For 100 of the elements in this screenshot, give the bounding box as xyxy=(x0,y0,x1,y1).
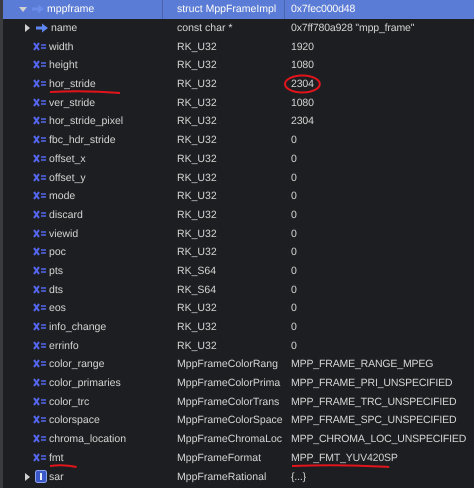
variable-name: fmt xyxy=(49,452,64,464)
variable-row[interactable]: errinfo RK_U32 0 xyxy=(3,336,474,356)
variable-name: viewid xyxy=(49,228,78,240)
variable-value: 0 xyxy=(291,302,297,314)
variable-value: 0 xyxy=(291,264,297,277)
variable-type: RK_U32 xyxy=(177,96,217,109)
variable-name: color_trc xyxy=(49,396,90,408)
variable-row[interactable]: width RK_U32 1920 xyxy=(3,37,474,56)
variable-type: MppFrameColorRang xyxy=(177,358,278,370)
variable-icon xyxy=(33,303,47,314)
variable-value: 0 xyxy=(291,172,297,184)
variable-row[interactable]: chroma_location MppFrameChromaLoc MPP_CHROMA_LOC_UNSPECIFIED xyxy=(3,430,474,448)
variable-name: errinfo xyxy=(49,340,79,352)
variable-icon xyxy=(33,340,47,351)
variable-icon xyxy=(33,210,47,220)
variable-row[interactable]: mppframe struct MppFrameImpl 0x7fec000d48 xyxy=(3,0,474,19)
variable-row[interactable]: offset_y RK_U32 0 xyxy=(3,168,474,187)
variable-icon xyxy=(33,434,47,444)
variable-row[interactable]: height RK_U32 1080 xyxy=(3,56,474,75)
variable-name: offset_x xyxy=(49,152,86,165)
variable-type: RK_U32 xyxy=(177,302,217,314)
variable-name: mppframe xyxy=(47,3,94,16)
variable-row[interactable]: colorspace MppFrameColorSpace MPP_FRAME_SPC_UNSPECIFIED xyxy=(3,411,474,430)
variable-name: discard xyxy=(49,208,83,221)
variable-row[interactable]: color_trc MppFrameColorTrans MPP_FRAME_TRC_UNSPECIFIED xyxy=(3,392,474,412)
variable-value: MPP_FRAME_PRI_UNSPECIFIED xyxy=(291,377,452,390)
variable-icon xyxy=(33,172,47,183)
variable-type: RK_U32 xyxy=(177,228,217,240)
variable-value: 0 xyxy=(291,284,297,296)
expanded-caret-icon[interactable] xyxy=(19,5,27,14)
variable-value: 0x7fec000d48 xyxy=(291,3,356,16)
variable-icon xyxy=(33,322,47,332)
variable-icon xyxy=(33,116,47,126)
variable-row[interactable]: dts RK_S64 0 xyxy=(3,280,474,299)
variable-type: RK_U32 xyxy=(177,340,217,352)
variable-value: 0 xyxy=(291,152,297,165)
variable-icon xyxy=(33,79,47,90)
variable-name: dts xyxy=(49,284,64,296)
variable-row[interactable]: offset_x RK_U32 0 xyxy=(3,150,474,168)
variable-value: MPP_CHROMA_LOC_UNSPECIFIED xyxy=(291,433,466,446)
variable-row[interactable]: ver_stride RK_U32 1080 xyxy=(3,93,474,112)
variable-name: name xyxy=(51,22,78,34)
variable-type: RK_U32 xyxy=(177,134,217,146)
collapsed-caret-icon[interactable] xyxy=(23,472,31,481)
variable-name: mode xyxy=(49,190,76,202)
variable-name: colorspace xyxy=(49,414,100,426)
variable-type: MppFrameChromaLoc xyxy=(177,433,282,446)
variable-icon xyxy=(33,135,47,146)
variable-row[interactable]: fmt MppFrameFormat MPP_FMT_YUV420SP xyxy=(3,448,474,468)
variable-type: RK_S64 xyxy=(177,264,216,277)
variable-type: RK_S64 xyxy=(177,284,216,296)
variable-row[interactable]: discard RK_U32 0 xyxy=(3,206,474,224)
variable-name: chroma_location xyxy=(49,433,126,446)
variable-icon xyxy=(33,378,47,388)
variable-icon xyxy=(33,42,47,52)
variable-row[interactable]: eos RK_U32 0 xyxy=(3,299,474,318)
variable-row[interactable]: poc RK_U32 0 xyxy=(3,242,474,262)
variable-type: RK_U32 xyxy=(177,59,217,72)
variable-type: const char * xyxy=(177,22,232,34)
variable-type: RK_U32 xyxy=(177,190,217,202)
variable-value: 0 xyxy=(291,246,297,258)
variable-value: 0x7ff780a928 "mpp_frame" xyxy=(291,22,414,34)
variable-type: MppFrameColorTrans xyxy=(177,396,280,408)
variable-type: struct MppFrameImpl xyxy=(177,3,276,16)
variable-type: MppFrameColorPrima xyxy=(177,377,280,390)
variable-row[interactable]: pts RK_S64 0 xyxy=(3,262,474,280)
variable-icon xyxy=(33,60,47,70)
variable-icon xyxy=(33,452,47,463)
variable-row[interactable]: hor_stride RK_U32 2304 xyxy=(3,74,474,94)
variable-icon xyxy=(33,247,47,258)
variable-type: RK_U32 xyxy=(177,78,217,90)
variable-name: color_primaries xyxy=(49,377,121,390)
variable-row[interactable]: fbc_hdr_stride RK_U32 0 xyxy=(3,130,474,150)
variable-row[interactable]: name const char * 0x7ff780a928 "mpp_frame" xyxy=(3,18,474,38)
variable-value: 0 xyxy=(291,190,297,202)
variable-name: eos xyxy=(49,302,66,314)
variable-icon xyxy=(33,191,47,202)
variable-value: MPP_FRAME_RANGE_MPEG xyxy=(291,358,434,370)
variable-row[interactable]: color_primaries MppFrameColorPrima MPP_FRAME_PRI_UNSPECIFIED xyxy=(3,374,474,392)
variable-name: offset_y xyxy=(49,172,86,184)
variable-row[interactable]: color_range MppFrameColorRang MPP_FRAME_RANGE_MPEG xyxy=(3,355,474,374)
variable-row[interactable]: sar MppFrameRational {...} xyxy=(3,467,474,486)
variable-name: fbc_hdr_stride xyxy=(49,134,116,146)
variable-type: RK_U32 xyxy=(177,246,217,258)
variable-type: RK_U32 xyxy=(177,40,217,53)
variable-icon xyxy=(33,396,47,407)
collapsed-caret-icon[interactable] xyxy=(23,24,31,32)
variable-value: 0 xyxy=(291,340,297,352)
variable-value: 1080 xyxy=(291,96,314,109)
variable-row[interactable]: mode RK_U32 0 xyxy=(3,186,474,206)
arrow-icon xyxy=(35,23,49,34)
variable-icon xyxy=(33,98,47,108)
variable-value: 0 xyxy=(291,134,297,146)
variable-value: 1080 xyxy=(291,59,314,72)
variable-value: 2304 xyxy=(291,78,314,90)
variable-row[interactable]: viewid RK_U32 0 xyxy=(3,224,474,243)
variable-row[interactable]: hor_stride_pixel RK_U32 2304 xyxy=(3,112,474,131)
variable-row[interactable]: info_change RK_U32 0 xyxy=(3,318,474,336)
variable-value: MPP_FRAME_TRC_UNSPECIFIED xyxy=(291,396,456,408)
variable-name: height xyxy=(49,59,78,72)
